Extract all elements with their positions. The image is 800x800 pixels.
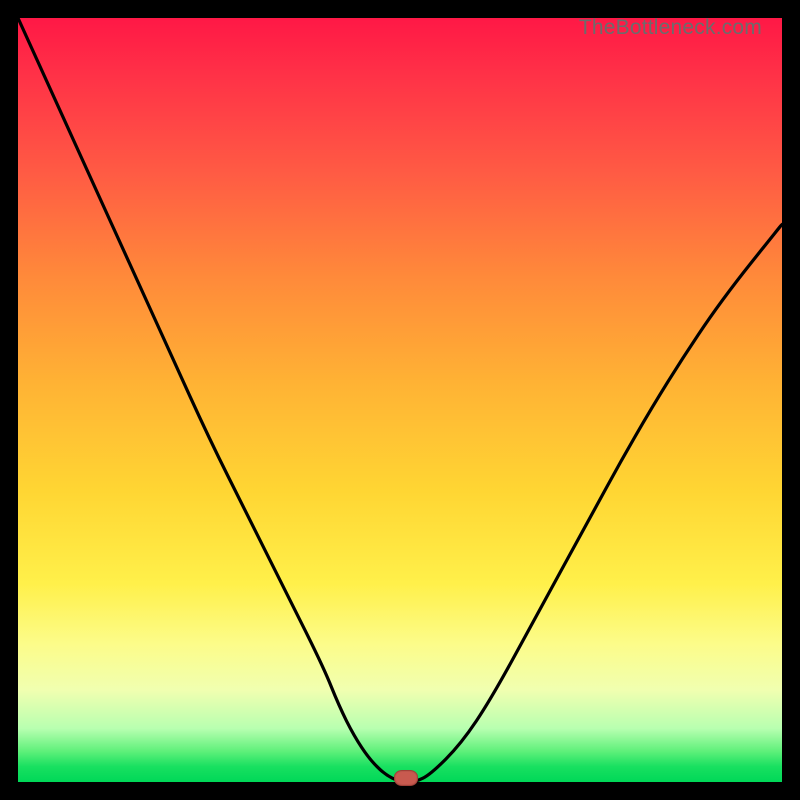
watermark-text: TheBottleneck.com xyxy=(579,16,762,40)
bottleneck-curve xyxy=(18,18,782,782)
optimal-point-marker xyxy=(394,770,418,786)
chart-frame: TheBottleneck.com xyxy=(18,18,782,782)
